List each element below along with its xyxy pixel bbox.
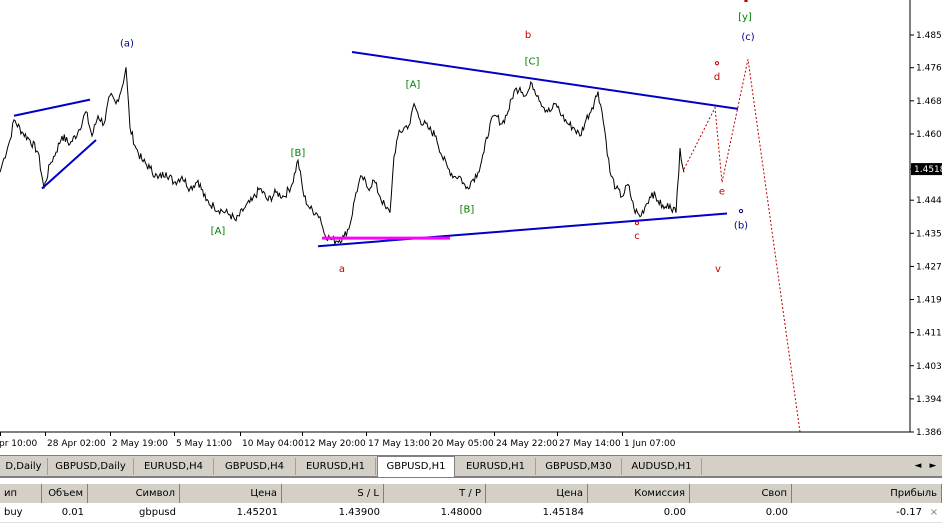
x-tick-label: 24 May 22:00: [496, 439, 558, 449]
x-tick-label: 17 May 13:00: [368, 439, 430, 449]
tab-chart-2[interactable]: GBPUSD,Daily: [48, 458, 134, 475]
trade-stop-loss[interactable]: 1.43900: [282, 503, 384, 522]
col-open-price-header[interactable]: Цена: [180, 484, 282, 503]
y-tick-label: 1.3949: [916, 395, 942, 405]
y-tick-label: 1.3867: [916, 428, 942, 438]
trendline-lower[interactable]: [317, 212, 728, 248]
trade-swap: 0.00: [765, 507, 788, 518]
tab-chart-5[interactable]: EURUSD,H1: [296, 458, 376, 475]
col-swap-header[interactable]: Своп: [690, 484, 792, 503]
wave-label[interactable]: (c): [741, 32, 754, 43]
trade-table-header: ип Объем Символ Цена S / L T / P Цена Ко…: [0, 483, 942, 504]
tab-chart-1[interactable]: D,Daily: [0, 458, 48, 475]
wave-label[interactable]: d: [714, 72, 720, 83]
trade-volume: 0.01: [61, 507, 84, 518]
y-tick-label: 1.4113: [916, 329, 942, 339]
tab-chart-8[interactable]: GBPUSD,M30: [536, 458, 622, 475]
y-tick-label: 1.4769: [916, 64, 942, 74]
y-tick-label: 1.4687: [916, 97, 942, 107]
y-tick-label: 1.4850: [916, 31, 942, 41]
col-sl-header[interactable]: S / L: [282, 484, 384, 503]
y-tick-label: 1.4359: [916, 229, 942, 239]
wave-label[interactable]: c: [634, 231, 640, 242]
wave-label[interactable]: [C]: [525, 56, 540, 67]
price-chart[interactable]: 1.4850 1.4769 1.4687 1.4605 1.4518 1.4441 1.43…: [0, 0, 942, 455]
y-tick-label: 1.4277: [916, 262, 942, 272]
current-price-label: 1.4518: [914, 165, 942, 175]
tab-chart-3[interactable]: EURUSD,H4: [134, 458, 214, 475]
wave-label[interactable]: (b): [734, 220, 748, 231]
x-tick-label: 5 May 11:00: [176, 439, 232, 449]
wave-label[interactable]: [y]: [738, 12, 752, 23]
y-tick-label: 1.4605: [916, 130, 942, 140]
wave-label[interactable]: a: [339, 264, 345, 275]
x-tick-label: 10 May 04:00: [242, 439, 304, 449]
wave-label[interactable]: [B]: [291, 148, 306, 159]
x-tick-label: pr 10:00: [0, 439, 37, 449]
price-series-line: [0, 67, 685, 247]
wave-label[interactable]: e: [719, 187, 725, 198]
tab-chart-6-active[interactable]: GBPUSD,H1: [377, 456, 455, 477]
wave-marker-dot: [714, 61, 720, 66]
trade-current-price: 1.45184: [542, 507, 584, 518]
wave-label[interactable]: 4: [738, 0, 751, 7]
wave-label[interactable]: [A]: [211, 226, 226, 237]
col-type-header[interactable]: ип: [0, 484, 42, 503]
tab-chart-9[interactable]: AUDUSD,H1: [622, 458, 702, 475]
wave-label[interactable]: v: [715, 264, 721, 275]
y-tick-label: 1.4031: [916, 362, 942, 372]
wave-label[interactable]: [A]: [406, 80, 421, 91]
y-tick-label: 1.4441: [916, 196, 942, 206]
trade-row[interactable]: buy 0.01 gbpusd 1.45201 1.43900 1.48000 …: [0, 503, 942, 523]
col-commission-header[interactable]: Комиссия: [588, 484, 690, 503]
col-tp-header[interactable]: T / P: [384, 484, 486, 503]
trade-take-profit[interactable]: 1.48000: [384, 503, 486, 522]
trade-commission: 0.00: [663, 507, 686, 518]
x-tick-label: 20 May 05:00: [432, 439, 494, 449]
x-tick-label: 12 May 20:00: [304, 439, 366, 449]
trade-open-price: 1.45201: [236, 507, 278, 518]
col-profit-header[interactable]: Прибыль: [792, 484, 942, 503]
trade-type: buy: [4, 507, 23, 518]
wave-marker-dot: [738, 208, 744, 214]
close-trade-icon[interactable]: ×: [928, 503, 940, 522]
col-volume-header[interactable]: Объем: [42, 484, 88, 503]
wave-label[interactable]: [B]: [460, 204, 475, 215]
wave-label[interactable]: b: [525, 30, 531, 41]
tab-chart-7[interactable]: EURUSD,H1: [456, 458, 536, 475]
wave-marker-dot: [634, 221, 640, 226]
tabs-scroll-left-icon[interactable]: ◄: [911, 459, 925, 473]
x-tick-label: 1 Jun 07:00: [624, 439, 676, 449]
chart-canvas[interactable]: 1.4850 1.4769 1.4687 1.4605 1.4518 1.4441 1.43…: [0, 0, 942, 455]
y-tick-label: 1.4195: [916, 296, 942, 306]
wave-label[interactable]: (a): [120, 38, 134, 49]
trendline-wedge-top[interactable]: [13, 98, 91, 117]
trade-panel: ип Объем Символ Цена S / L T / P Цена Ко…: [0, 477, 942, 525]
tab-chart-4[interactable]: GBPUSD,H4: [214, 458, 296, 475]
col-price-header[interactable]: Цена: [486, 484, 588, 503]
x-tick-label: 28 Apr 02:00: [47, 439, 106, 449]
x-tick-label: 2 May 19:00: [112, 439, 168, 449]
trade-symbol: gbpusd: [139, 507, 176, 518]
trade-profit: -0.17: [896, 507, 922, 518]
tabs-scroll-right-icon[interactable]: ►: [926, 459, 940, 473]
col-symbol-header[interactable]: Символ: [88, 484, 180, 503]
projection-path[interactable]: [683, 59, 801, 433]
x-tick-label: 27 May 14:00: [559, 439, 621, 449]
chart-tabs-bar: D,Daily GBPUSD,Daily EURUSD,H4 GBPUSD,H4…: [0, 455, 942, 477]
